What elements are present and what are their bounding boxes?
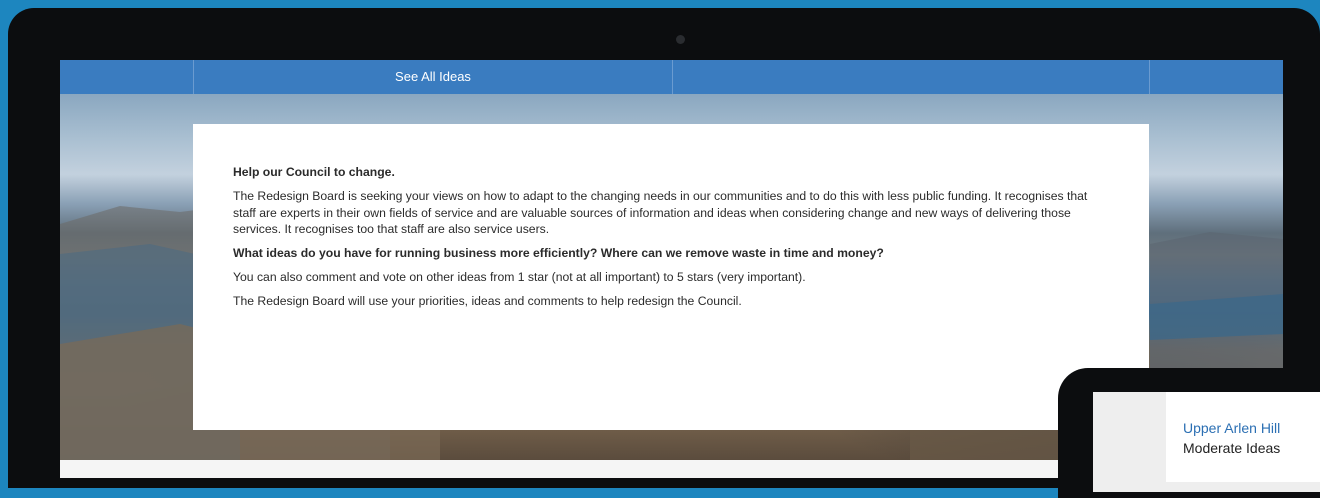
intro-closing-text: The Redesign Board will use your priorit… [233, 293, 742, 308]
nav-divider [1149, 60, 1150, 94]
moderate-ideas-label: Moderate Ideas [1183, 440, 1281, 456]
nav-divider [672, 60, 673, 94]
navigation-bar: See All Ideas [60, 60, 1283, 94]
upper-arlen-hill-link[interactable]: Upper Arlen Hill [1183, 418, 1320, 438]
intro-question: What ideas do you have for running busin… [233, 246, 884, 261]
intro-body: The Redesign Board is seeking your views… [233, 188, 1088, 237]
camera-dot [676, 35, 685, 44]
see-all-ideas-link[interactable]: See All Ideas [194, 60, 672, 94]
intro-voting-text: You can also comment and vote on other i… [233, 269, 806, 284]
intro-card: Help our Council to change. The Redesign… [193, 124, 1149, 430]
phone-content: Upper Arlen Hill Moderate Ideas [1166, 392, 1320, 482]
intro-heading: Help our Council to change. [233, 165, 395, 179]
